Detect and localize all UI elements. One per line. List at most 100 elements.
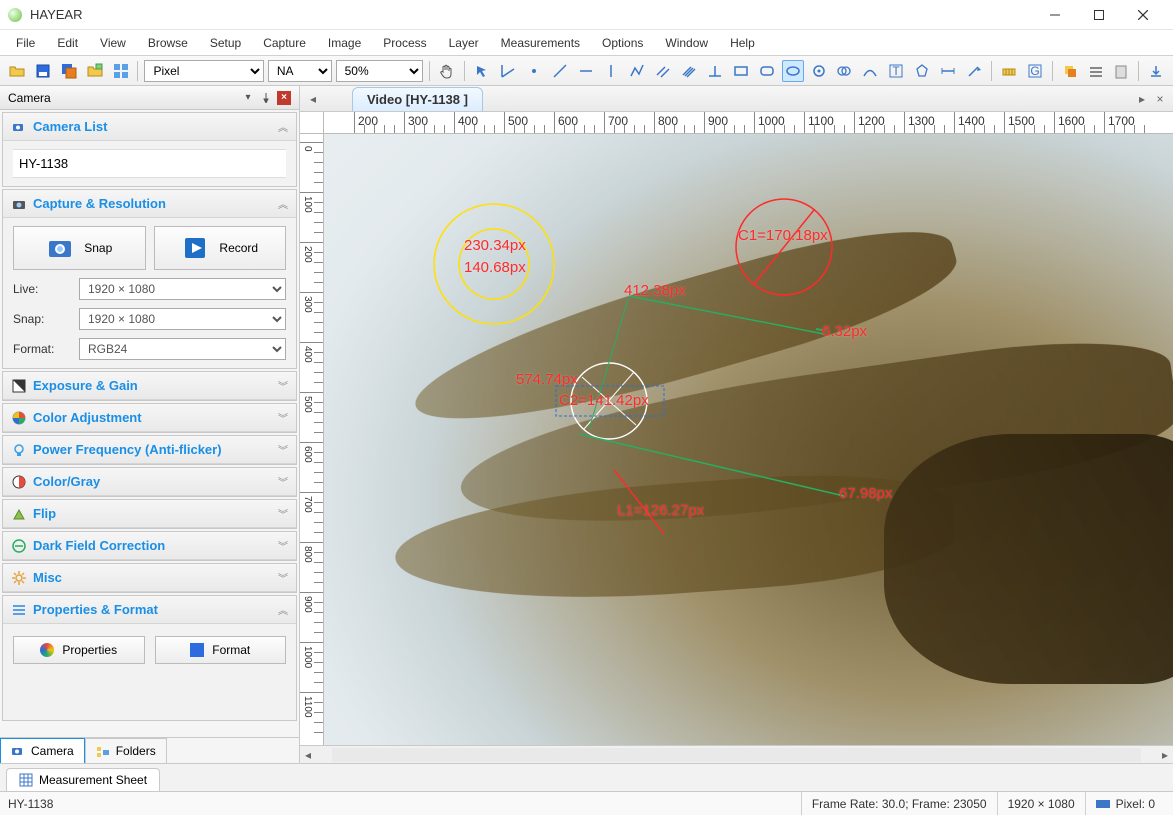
- properties-button[interactable]: Properties: [13, 636, 145, 664]
- dropdown-icon[interactable]: ▾: [241, 91, 255, 105]
- section-header-capture[interactable]: Capture & Resolution ︽: [3, 190, 296, 218]
- section-header-flip[interactable]: Flip ︾: [3, 500, 296, 528]
- record-button[interactable]: Record: [154, 226, 287, 270]
- tab-prev-icon[interactable]: ◂: [304, 90, 322, 108]
- text-tool-icon[interactable]: T: [885, 60, 907, 82]
- image-canvas[interactable]: 230.34px 140.68px 412.38px C1=170.18px 5…: [324, 134, 1173, 745]
- menu-setup[interactable]: Setup: [200, 32, 251, 54]
- section-header-powerfreq[interactable]: Power Frequency (Anti-flicker) ︾: [3, 436, 296, 464]
- menu-help[interactable]: Help: [720, 32, 765, 54]
- ruler-corner: [300, 112, 324, 134]
- format-select[interactable]: RGB24: [79, 338, 286, 360]
- tab-close-icon[interactable]: ×: [1151, 90, 1169, 108]
- sidebar-tab-folders[interactable]: Folders: [85, 738, 167, 763]
- panel-close-icon[interactable]: ×: [277, 91, 291, 105]
- list-icon: [11, 602, 27, 618]
- calibrate-icon[interactable]: [998, 60, 1020, 82]
- gray-calib-icon[interactable]: G: [1024, 60, 1046, 82]
- angle-tool-icon[interactable]: [497, 60, 519, 82]
- section-header-camera-list[interactable]: Camera List ︽: [3, 113, 296, 141]
- maximize-button[interactable]: [1077, 1, 1121, 29]
- arc-tool-icon[interactable]: [859, 60, 881, 82]
- polyline-tool-icon[interactable]: [626, 60, 648, 82]
- menu-layer[interactable]: Layer: [439, 32, 489, 54]
- pin-icon[interactable]: [259, 91, 273, 105]
- title-bar: HAYEAR: [0, 0, 1173, 30]
- color-dot-icon: [40, 643, 54, 657]
- line-tool-icon[interactable]: [549, 60, 571, 82]
- live-select[interactable]: 1920 × 1080: [79, 278, 286, 300]
- menu-edit[interactable]: Edit: [47, 32, 88, 54]
- tab-measurement-sheet[interactable]: Measurement Sheet: [6, 768, 160, 791]
- menu-process[interactable]: Process: [373, 32, 436, 54]
- scalebar-tool-icon[interactable]: [937, 60, 959, 82]
- point-tool-icon[interactable]: [523, 60, 545, 82]
- chevron-down-icon: ︾: [278, 570, 288, 585]
- section-header-darkfield[interactable]: Dark Field Correction ︾: [3, 532, 296, 560]
- circle-tool-icon[interactable]: [808, 60, 830, 82]
- na-select[interactable]: NA: [268, 60, 332, 82]
- pointer-tool-icon[interactable]: [471, 60, 493, 82]
- delete-layer-icon[interactable]: [1110, 60, 1132, 82]
- format-button[interactable]: Format: [155, 636, 287, 664]
- section-darkfield: Dark Field Correction ︾: [2, 531, 297, 561]
- zoom-select[interactable]: 50%: [336, 60, 424, 82]
- line-vert-tool-icon[interactable]: [601, 60, 623, 82]
- menu-view[interactable]: View: [90, 32, 136, 54]
- section-header-exposure[interactable]: Exposure & Gain ︾: [3, 372, 296, 400]
- document-tab-video[interactable]: Video [HY-1138 ]: [352, 87, 483, 111]
- parallel2-tool-icon[interactable]: [678, 60, 700, 82]
- menu-browse[interactable]: Browse: [138, 32, 198, 54]
- camera-list-item[interactable]: HY-1138: [13, 149, 286, 178]
- separator: [1138, 61, 1139, 81]
- measurement-label: L1=126.27px: [617, 502, 704, 519]
- status-resolution: 1920 × 1080: [997, 792, 1085, 815]
- window-title: HAYEAR: [30, 7, 1033, 22]
- measurement-label: 140.68px: [464, 259, 526, 276]
- save-icon[interactable]: [32, 60, 54, 82]
- tab-next-icon[interactable]: ▸: [1133, 90, 1151, 108]
- camera-tab-icon: [11, 744, 25, 758]
- batch-save-icon[interactable]: [58, 60, 80, 82]
- app-icon: [8, 8, 22, 22]
- menu-capture[interactable]: Capture: [253, 32, 316, 54]
- rectangle-tool-icon[interactable]: [730, 60, 752, 82]
- section-power-frequency: Power Frequency (Anti-flicker) ︾: [2, 435, 297, 465]
- format-icon: [190, 643, 204, 657]
- snap-button[interactable]: Snap: [13, 226, 146, 270]
- measurement-label: C2=141.42px: [559, 392, 649, 409]
- svg-text:G: G: [1030, 64, 1039, 78]
- close-button[interactable]: [1121, 1, 1165, 29]
- ellipse-tool-icon[interactable]: [782, 60, 804, 82]
- minimize-button[interactable]: [1033, 1, 1077, 29]
- folders-tab-icon: [96, 744, 110, 758]
- menu-file[interactable]: File: [6, 32, 45, 54]
- unit-select[interactable]: Pixel: [144, 60, 263, 82]
- browse-icon[interactable]: [84, 60, 106, 82]
- menu-image[interactable]: Image: [318, 32, 371, 54]
- snap-select[interactable]: 1920 × 1080: [79, 308, 286, 330]
- concentric-tool-icon[interactable]: [834, 60, 856, 82]
- export-icon[interactable]: [1145, 60, 1167, 82]
- section-header-coloradj[interactable]: Color Adjustment ︾: [3, 404, 296, 432]
- menu-measurements[interactable]: Measurements: [491, 32, 590, 54]
- section-header-misc[interactable]: Misc ︾: [3, 564, 296, 592]
- section-header-propsformat[interactable]: Properties & Format ︽: [3, 596, 296, 624]
- horizontal-scrollbar[interactable]: ◂ ▸: [300, 745, 1173, 763]
- line-horiz-tool-icon[interactable]: [575, 60, 597, 82]
- color-wheel-icon: [11, 410, 27, 426]
- layer-icon[interactable]: [1059, 60, 1081, 82]
- open-icon[interactable]: [6, 60, 28, 82]
- section-header-colorgray[interactable]: Color/Gray ︾: [3, 468, 296, 496]
- menu-options[interactable]: Options: [592, 32, 653, 54]
- parallel-tool-icon[interactable]: [652, 60, 674, 82]
- sidebar-tab-camera[interactable]: Camera: [0, 738, 85, 763]
- perpendicular-tool-icon[interactable]: [704, 60, 726, 82]
- hand-tool-icon[interactable]: [436, 60, 458, 82]
- layer-vis-icon[interactable]: [1085, 60, 1107, 82]
- roundrect-tool-icon[interactable]: [756, 60, 778, 82]
- arrow-tool-icon[interactable]: [963, 60, 985, 82]
- thumbs-icon[interactable]: [110, 60, 132, 82]
- menu-window[interactable]: Window: [655, 32, 718, 54]
- polygon-tool-icon[interactable]: [911, 60, 933, 82]
